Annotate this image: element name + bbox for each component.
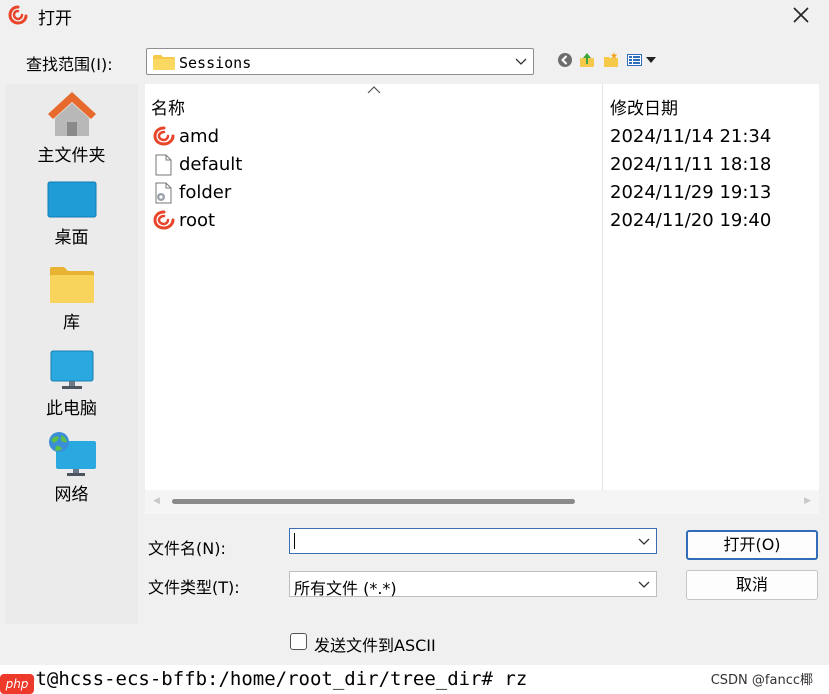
home-icon bbox=[47, 92, 96, 136]
file-date: 2024/11/14 21:34 bbox=[610, 126, 772, 147]
filetype-select[interactable]: 所有文件 (*.*) bbox=[289, 571, 657, 598]
scroll-left-icon[interactable]: ◀ bbox=[153, 496, 160, 506]
file-row[interactable]: root 2024/11/20 19:40 bbox=[145, 206, 819, 234]
ascii-checkbox[interactable] bbox=[290, 633, 307, 650]
terminal-text: ot@hcss-ecs-bffb:/home/root_dir/tree_dir… bbox=[24, 668, 528, 690]
place-label: 主文件夹 bbox=[37, 146, 106, 166]
terminal-line: ot@hcss-ecs-bffb:/home/root_dir/tree_dir… bbox=[0, 665, 829, 694]
place-home[interactable]: 主文件夹 bbox=[5, 90, 138, 166]
file-date: 2024/11/29 19:13 bbox=[610, 182, 772, 203]
network-icon bbox=[48, 432, 96, 476]
view-menu-icon[interactable] bbox=[627, 52, 659, 68]
computer-icon bbox=[50, 350, 93, 389]
lookin-combo[interactable]: Sessions bbox=[146, 48, 534, 75]
file-row[interactable]: default 2024/11/11 18:18 bbox=[145, 150, 819, 178]
file-date: 2024/11/11 18:18 bbox=[610, 154, 772, 175]
place-network[interactable]: 网络 bbox=[5, 431, 138, 505]
filename-input[interactable] bbox=[289, 528, 657, 554]
scrollbar-thumb[interactable] bbox=[172, 499, 575, 504]
chevron-down-icon[interactable] bbox=[638, 535, 650, 547]
sort-ascending-icon bbox=[367, 86, 381, 94]
up-folder-icon[interactable] bbox=[579, 52, 595, 68]
places-bar: 主文件夹 桌面 库 此电脑 网络 bbox=[5, 84, 138, 624]
file-name: root bbox=[179, 210, 216, 231]
title-bar: 打开 bbox=[0, 0, 829, 32]
file-row[interactable]: folder 2024/11/29 19:13 bbox=[145, 178, 819, 206]
text-caret bbox=[294, 533, 295, 549]
new-folder-icon[interactable] bbox=[603, 52, 619, 68]
php-badge: php bbox=[0, 674, 34, 694]
close-icon bbox=[793, 7, 809, 23]
column-header-modified[interactable]: 修改日期 bbox=[610, 94, 678, 119]
scroll-right-icon[interactable]: ▶ bbox=[804, 496, 811, 506]
watermark: CSDN @fancc椰 bbox=[710, 673, 813, 688]
desktop-icon bbox=[47, 181, 96, 218]
filename-label: 文件名(N): bbox=[148, 539, 226, 558]
open-button[interactable]: 打开(O) bbox=[686, 530, 818, 560]
file-list[interactable]: 名称 修改日期 amd 2024/11/14 21:34 default 202… bbox=[145, 84, 819, 490]
horizontal-scrollbar[interactable]: ◀ ▶ bbox=[145, 490, 819, 514]
column-header-name[interactable]: 名称 bbox=[151, 94, 185, 119]
filetype-label: 文件类型(T): bbox=[148, 578, 240, 597]
place-label: 此电脑 bbox=[46, 399, 97, 419]
lookin-value: Sessions bbox=[179, 54, 252, 72]
chevron-down-icon bbox=[638, 581, 650, 588]
window-title: 打开 bbox=[38, 9, 72, 29]
lookin-label: 查找范围(I): bbox=[26, 55, 113, 74]
filetype-value: 所有文件 (*.*) bbox=[294, 579, 397, 598]
file-row[interactable]: amd 2024/11/14 21:34 bbox=[145, 122, 819, 150]
place-desktop[interactable]: 桌面 bbox=[5, 180, 138, 248]
place-library[interactable]: 库 bbox=[5, 265, 138, 333]
back-icon[interactable] bbox=[557, 52, 573, 68]
file-date: 2024/11/20 19:40 bbox=[610, 210, 772, 231]
place-label: 桌面 bbox=[54, 228, 89, 248]
session-icon bbox=[153, 210, 175, 230]
library-folder-icon bbox=[49, 267, 94, 303]
file-icon bbox=[155, 154, 172, 176]
chevron-down-icon bbox=[515, 58, 527, 65]
place-label: 库 bbox=[63, 313, 80, 333]
file-name: default bbox=[179, 154, 243, 175]
place-computer[interactable]: 此电脑 bbox=[5, 349, 138, 419]
file-name: amd bbox=[179, 126, 219, 147]
config-file-icon bbox=[155, 182, 172, 204]
close-button[interactable] bbox=[781, 0, 821, 30]
place-label: 网络 bbox=[54, 485, 89, 505]
cancel-button[interactable]: 取消 bbox=[686, 570, 818, 600]
folder-icon bbox=[153, 55, 175, 70]
session-icon bbox=[153, 126, 175, 146]
app-session-icon bbox=[8, 5, 28, 25]
file-name: folder bbox=[179, 182, 232, 203]
ascii-label[interactable]: 发送文件到ASCII bbox=[314, 632, 436, 656]
